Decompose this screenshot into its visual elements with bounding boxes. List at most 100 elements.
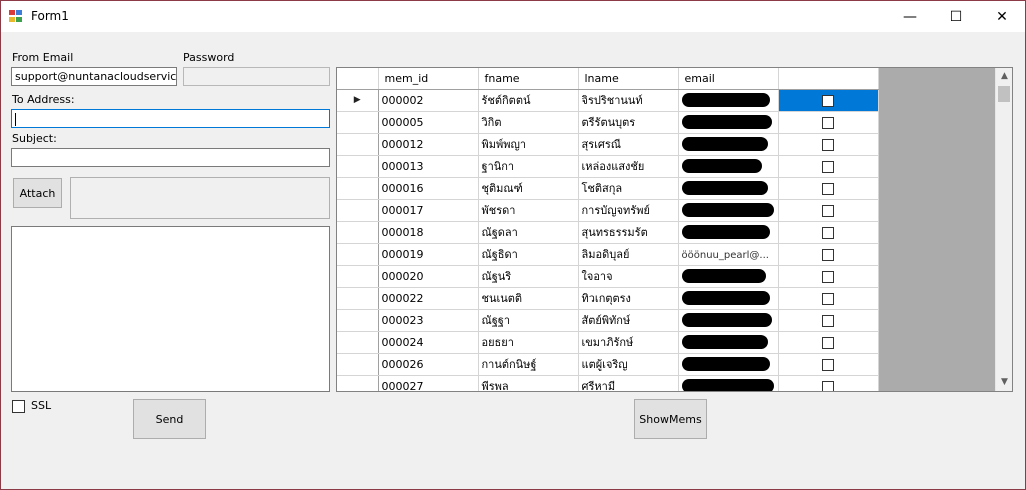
cell-select[interactable]: [778, 243, 879, 266]
cell-select[interactable]: [778, 155, 879, 178]
column-header-mem-id[interactable]: mem_id: [378, 68, 479, 90]
cell-email[interactable]: [678, 89, 779, 112]
cell-lname[interactable]: ใจอาจ: [578, 265, 679, 288]
cell-select[interactable]: [778, 265, 879, 288]
cell-mem-id[interactable]: 000022: [378, 287, 479, 310]
row-header[interactable]: [337, 177, 379, 200]
cell-email[interactable]: [678, 287, 779, 310]
cell-lname[interactable]: ทิวเกตุตรง: [578, 287, 679, 310]
row-select-checkbox[interactable]: [822, 336, 834, 349]
row-select-checkbox[interactable]: [822, 116, 834, 129]
minimize-button[interactable]: —: [887, 1, 933, 32]
row-header[interactable]: [337, 287, 379, 310]
cell-fname[interactable]: ฐานิกา: [478, 155, 579, 178]
cell-mem-id[interactable]: 000023: [378, 309, 479, 332]
row-select-checkbox[interactable]: [822, 138, 834, 151]
cell-fname[interactable]: ชนเนตติ: [478, 287, 579, 310]
cell-fname[interactable]: พีรพล: [478, 375, 579, 391]
row-select-checkbox[interactable]: [822, 204, 834, 217]
cell-select[interactable]: [778, 375, 879, 391]
cell-mem-id[interactable]: 000016: [378, 177, 479, 200]
cell-mem-id[interactable]: 000002: [378, 89, 479, 112]
cell-mem-id[interactable]: 000013: [378, 155, 479, 178]
cell-select[interactable]: [778, 177, 879, 200]
cell-fname[interactable]: ณัฐนริ: [478, 265, 579, 288]
cell-email[interactable]: ӧӧӧnuu_pearl@...: [678, 243, 779, 266]
row-header[interactable]: [337, 309, 379, 332]
table-row[interactable]: 000027 พีรพล ศรีหามี: [337, 375, 879, 391]
row-header[interactable]: [337, 221, 379, 244]
cell-mem-id[interactable]: 000018: [378, 221, 479, 244]
cell-fname[interactable]: พิมพ์พญา: [478, 133, 579, 156]
row-select-checkbox[interactable]: [822, 380, 834, 391]
row-select-checkbox[interactable]: [822, 314, 834, 327]
password-input[interactable]: [183, 67, 330, 86]
cell-lname[interactable]: โชติสกุล: [578, 177, 679, 200]
title-bar[interactable]: Form1 — ☐ ✕: [1, 1, 1025, 32]
attach-button[interactable]: Attach: [13, 178, 62, 208]
cell-lname[interactable]: การบัญจทรัพย์: [578, 199, 679, 222]
cell-fname[interactable]: ชุติมณฑ์: [478, 177, 579, 200]
cell-lname[interactable]: สุรเศรณี: [578, 133, 679, 156]
cell-mem-id[interactable]: 000012: [378, 133, 479, 156]
column-header-email[interactable]: email: [678, 68, 779, 90]
cell-select[interactable]: [778, 133, 879, 156]
cell-select[interactable]: [778, 287, 879, 310]
cell-mem-id[interactable]: 000020: [378, 265, 479, 288]
table-row[interactable]: 000022 ชนเนตติ ทิวเกตุตรง: [337, 287, 879, 310]
row-header[interactable]: [337, 353, 379, 376]
table-row[interactable]: 000019 ณัฐธิดา ลิมอดิบุลย์ ӧӧӧnuu_pearl@...: [337, 243, 879, 266]
row-header[interactable]: [337, 265, 379, 288]
cell-fname[interactable]: ณัฐธิดา: [478, 243, 579, 266]
column-header-select[interactable]: [778, 68, 879, 90]
table-row[interactable]: 000026 กานต์กนิษฐ์ แตผู้เจริญ: [337, 353, 879, 376]
cell-fname[interactable]: ณัฐฐา: [478, 309, 579, 332]
cell-mem-id[interactable]: 000027: [378, 375, 479, 391]
ssl-checkbox[interactable]: [12, 400, 25, 413]
row-header[interactable]: [337, 133, 379, 156]
row-header[interactable]: ▶: [337, 89, 379, 112]
cell-select[interactable]: [778, 221, 879, 244]
table-row[interactable]: 000012 พิมพ์พญา สุรเศรณี: [337, 133, 879, 156]
to-address-input[interactable]: [11, 109, 330, 128]
showmems-button[interactable]: ShowMems: [634, 399, 707, 439]
close-button[interactable]: ✕: [979, 1, 1025, 32]
cell-lname[interactable]: เหล่องแสงชัย: [578, 155, 679, 178]
cell-select[interactable]: [778, 353, 879, 376]
row-header[interactable]: [337, 243, 379, 266]
table-row[interactable]: 000020 ณัฐนริ ใจอาจ: [337, 265, 879, 288]
cell-fname[interactable]: กานต์กนิษฐ์: [478, 353, 579, 376]
cell-lname[interactable]: สุนทรธรรมรัต: [578, 221, 679, 244]
row-header[interactable]: [337, 331, 379, 354]
message-body-textarea[interactable]: [11, 226, 330, 392]
row-header[interactable]: [337, 375, 379, 391]
table-row[interactable]: 000018 ณัฐดลา สุนทรธรรมรัต: [337, 221, 879, 244]
cell-mem-id[interactable]: 000005: [378, 111, 479, 134]
table-row[interactable]: 000016 ชุติมณฑ์ โชติสกุล: [337, 177, 879, 200]
cell-lname[interactable]: แตผู้เจริญ: [578, 353, 679, 376]
table-row[interactable]: 000013 ฐานิกา เหล่องแสงชัย: [337, 155, 879, 178]
table-row[interactable]: 000005 วิกิต ตรีรัตนบุตร: [337, 111, 879, 134]
cell-lname[interactable]: ลิมอดิบุลย์: [578, 243, 679, 266]
cell-email[interactable]: [678, 221, 779, 244]
cell-email[interactable]: [678, 353, 779, 376]
table-row[interactable]: 000023 ณัฐฐา สัตย์พิทักษ์: [337, 309, 879, 332]
row-header[interactable]: [337, 199, 379, 222]
cell-lname[interactable]: สัตย์พิทักษ์: [578, 309, 679, 332]
cell-fname[interactable]: ณัฐดลา: [478, 221, 579, 244]
grid-corner-header[interactable]: [337, 68, 379, 90]
cell-fname[interactable]: อยธยา: [478, 331, 579, 354]
cell-mem-id[interactable]: 000026: [378, 353, 479, 376]
row-select-checkbox[interactable]: [822, 160, 834, 173]
row-select-checkbox[interactable]: [822, 94, 834, 107]
cell-email[interactable]: [678, 309, 779, 332]
row-select-checkbox[interactable]: [822, 248, 834, 261]
row-select-checkbox[interactable]: [822, 182, 834, 195]
cell-select[interactable]: [778, 111, 879, 134]
cell-lname[interactable]: จิรปริชานนท์: [578, 89, 679, 112]
row-select-checkbox[interactable]: [822, 270, 834, 283]
row-select-checkbox[interactable]: [822, 292, 834, 305]
send-button[interactable]: Send: [133, 399, 206, 439]
cell-fname[interactable]: พัชรดา: [478, 199, 579, 222]
cell-lname[interactable]: เขมาภิรักษ์: [578, 331, 679, 354]
